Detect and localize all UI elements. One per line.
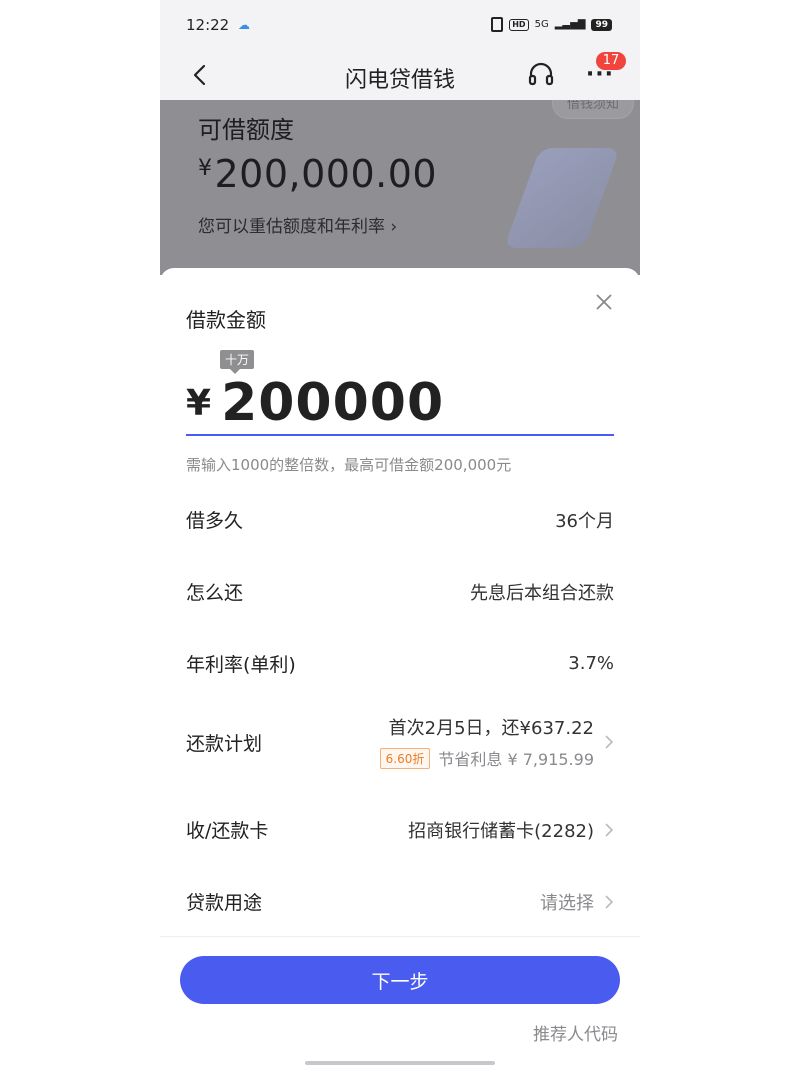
loan-purpose-label: 贷款用途 bbox=[186, 892, 263, 914]
status-icons: HD 5G ▂▃▅▇ 99 bbox=[491, 17, 612, 32]
nav-bar: 闪电贷借钱 ··· 17 bbox=[160, 52, 640, 100]
repayment-card-label: 收/还款卡 bbox=[186, 820, 269, 842]
credit-limit-label: 可借额度 bbox=[198, 116, 294, 144]
referral-code-link[interactable]: 推荐人代码 bbox=[533, 1020, 618, 1045]
repayment-plan-value: 首次2月5日，还¥637.22 6.60折 节省利息 ¥ 7,915.99 bbox=[379, 714, 614, 770]
credit-limit-value: 200,000.00 bbox=[214, 152, 438, 196]
vibrate-icon bbox=[491, 17, 504, 32]
loan-term-label: 借多久 bbox=[186, 510, 244, 532]
amount-unit-tip: 十万 bbox=[220, 350, 255, 374]
reassess-limit-link[interactable]: 您可以重估额度和年利率 › bbox=[198, 212, 397, 237]
notification-badge: 17 bbox=[596, 52, 626, 70]
chevron-right-icon bbox=[605, 894, 614, 909]
loan-term-value: 36个月 bbox=[555, 510, 614, 532]
loan-amount-value[interactable]: 200000 bbox=[221, 372, 444, 434]
loan-purpose-value: 请选择 bbox=[540, 892, 594, 914]
network-label: 5G bbox=[534, 19, 549, 30]
status-bar: 12:22 ☁ HD 5G ▂▃▅▇ 99 bbox=[160, 0, 640, 52]
loan-purpose-row[interactable]: 贷款用途 请选择 bbox=[186, 888, 614, 915]
loan-term-row[interactable]: 借多久 36个月 bbox=[186, 506, 614, 533]
next-step-button[interactable]: 下一步 bbox=[180, 956, 620, 1004]
loan-amount-title: 借款金额 bbox=[186, 308, 266, 332]
currency-symbol: ¥ bbox=[186, 383, 212, 424]
phone-screen: 12:22 ☁ HD 5G ▂▃▅▇ 99 闪电贷借钱 ··· 17 借钱须知 … bbox=[160, 0, 640, 1067]
credit-limit-card: 借钱须知 可借额度 ¥200,000.00 您可以重估额度和年利率 › bbox=[160, 100, 640, 275]
first-repayment-text: 首次2月5日，还¥637.22 bbox=[388, 718, 594, 739]
amount-hint: 需输入1000的整倍数，最高可借金额200,000元 bbox=[186, 456, 512, 474]
credit-limit-amount: ¥200,000.00 bbox=[198, 152, 437, 196]
interest-saving-text: 节省利息 ¥ 7,915.99 bbox=[438, 750, 594, 769]
repayment-method-value: 先息后本组合还款 bbox=[470, 582, 614, 604]
repayment-card-row[interactable]: 收/还款卡 招商银行储蓄卡(2282) bbox=[186, 816, 614, 843]
discount-badge: 6.60折 bbox=[379, 747, 431, 769]
status-time: 12:22 bbox=[186, 16, 230, 34]
repayment-plan-label: 还款计划 bbox=[186, 732, 263, 755]
hd-icon: HD bbox=[509, 18, 529, 31]
loan-amount-input[interactable]: ¥ 200000 bbox=[186, 368, 614, 436]
cloud-icon: ☁ bbox=[238, 18, 250, 32]
chevron-right-icon bbox=[605, 822, 614, 837]
interest-rate-label: 年利率(单利) bbox=[186, 654, 296, 676]
divider bbox=[160, 936, 640, 937]
loan-notice-link[interactable]: 借钱须知 bbox=[551, 100, 634, 119]
headset-icon[interactable] bbox=[526, 60, 556, 90]
close-icon[interactable] bbox=[592, 290, 616, 314]
lightning-decoration bbox=[503, 148, 621, 248]
repayment-method-label: 怎么还 bbox=[186, 582, 244, 604]
home-indicator[interactable] bbox=[305, 1061, 495, 1065]
repayment-card-value: 招商银行储蓄卡(2282) bbox=[408, 820, 594, 842]
signal-icon: ▂▃▅▇ bbox=[554, 19, 586, 30]
loan-purpose-value-wrap: 请选择 bbox=[540, 889, 614, 915]
battery-icon: 99 bbox=[591, 18, 612, 31]
currency-symbol: ¥ bbox=[198, 156, 213, 181]
page-title: 闪电贷借钱 bbox=[344, 68, 455, 93]
interest-rate-value: 3.7% bbox=[568, 653, 614, 674]
repayment-card-value-wrap: 招商银行储蓄卡(2282) bbox=[408, 817, 614, 843]
repayment-plan-row[interactable]: 还款计划 首次2月5日，还¥637.22 6.60折 节省利息 ¥ 7,915.… bbox=[186, 714, 614, 770]
loan-sheet: 借款金额 十万 ¥ 200000 需输入1000的整倍数，最高可借金额200,0… bbox=[160, 268, 640, 938]
repayment-method-row[interactable]: 怎么还 先息后本组合还款 bbox=[186, 578, 614, 605]
chevron-right-icon bbox=[605, 735, 614, 749]
interest-rate-row: 年利率(单利) 3.7% bbox=[186, 650, 614, 677]
